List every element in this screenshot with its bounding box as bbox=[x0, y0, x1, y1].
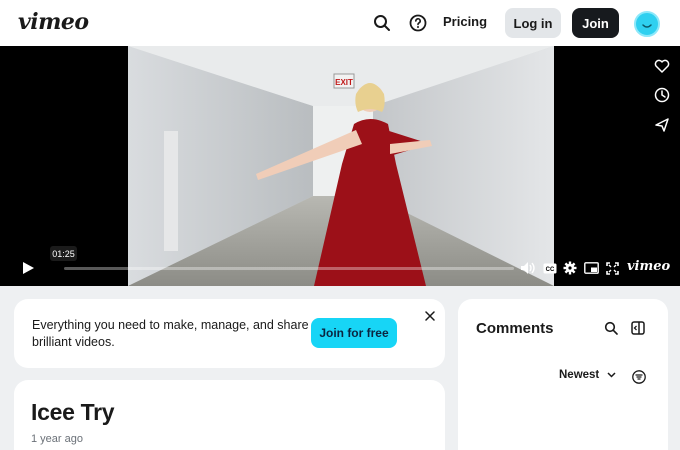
avatar[interactable] bbox=[634, 11, 660, 37]
filter-icon[interactable] bbox=[631, 369, 646, 384]
comments-panel: Comments Newest bbox=[458, 299, 668, 450]
sort-dropdown[interactable]: Newest bbox=[559, 369, 616, 381]
svg-text:EXIT: EXIT bbox=[335, 78, 353, 87]
vimeo-logo[interactable]: vimeo bbox=[18, 9, 89, 35]
player-vimeo-logo[interactable]: vimeo bbox=[627, 259, 670, 274]
collapse-panel-icon[interactable] bbox=[630, 320, 646, 336]
cc-icon[interactable]: CC bbox=[542, 259, 558, 277]
sort-label: Newest bbox=[559, 369, 600, 381]
pricing-link[interactable]: Pricing bbox=[443, 14, 487, 29]
fullscreen-icon[interactable] bbox=[604, 259, 620, 277]
volume-icon[interactable] bbox=[519, 259, 537, 277]
video-info-card: Icee Try 1 year ago bbox=[14, 380, 445, 450]
chevron-down-icon bbox=[607, 372, 616, 378]
comments-title: Comments bbox=[476, 320, 554, 337]
video-frame[interactable]: EXIT bbox=[128, 46, 554, 286]
progress-bar[interactable] bbox=[64, 267, 514, 270]
close-icon[interactable] bbox=[423, 309, 437, 323]
top-nav: vimeo Pricing Log in Join bbox=[0, 0, 680, 46]
avatar-smile-icon bbox=[642, 24, 652, 28]
current-time: 01:25 bbox=[50, 246, 77, 261]
signup-promo-card: Everything you need to make, manage, and… bbox=[14, 299, 445, 368]
pip-icon[interactable] bbox=[583, 259, 600, 277]
search-icon[interactable] bbox=[371, 12, 393, 34]
promo-text: Everything you need to make, manage, and… bbox=[32, 318, 309, 349]
settings-icon[interactable] bbox=[562, 259, 578, 277]
join-button[interactable]: Join bbox=[572, 8, 619, 38]
clock-icon[interactable] bbox=[652, 85, 672, 105]
join-for-free-button[interactable]: Join for free bbox=[311, 318, 397, 348]
help-icon[interactable] bbox=[407, 12, 429, 34]
comments-search-icon[interactable] bbox=[603, 320, 619, 336]
heart-icon[interactable] bbox=[652, 56, 672, 76]
play-icon[interactable] bbox=[20, 259, 36, 277]
svg-text:CC: CC bbox=[546, 267, 555, 273]
login-button[interactable]: Log in bbox=[505, 8, 561, 38]
video-age: 1 year ago bbox=[31, 433, 83, 445]
video-title: Icee Try bbox=[31, 399, 115, 425]
video-player[interactable]: EXIT 01:25 CC vimeo bbox=[0, 46, 680, 286]
send-icon[interactable] bbox=[652, 115, 672, 135]
